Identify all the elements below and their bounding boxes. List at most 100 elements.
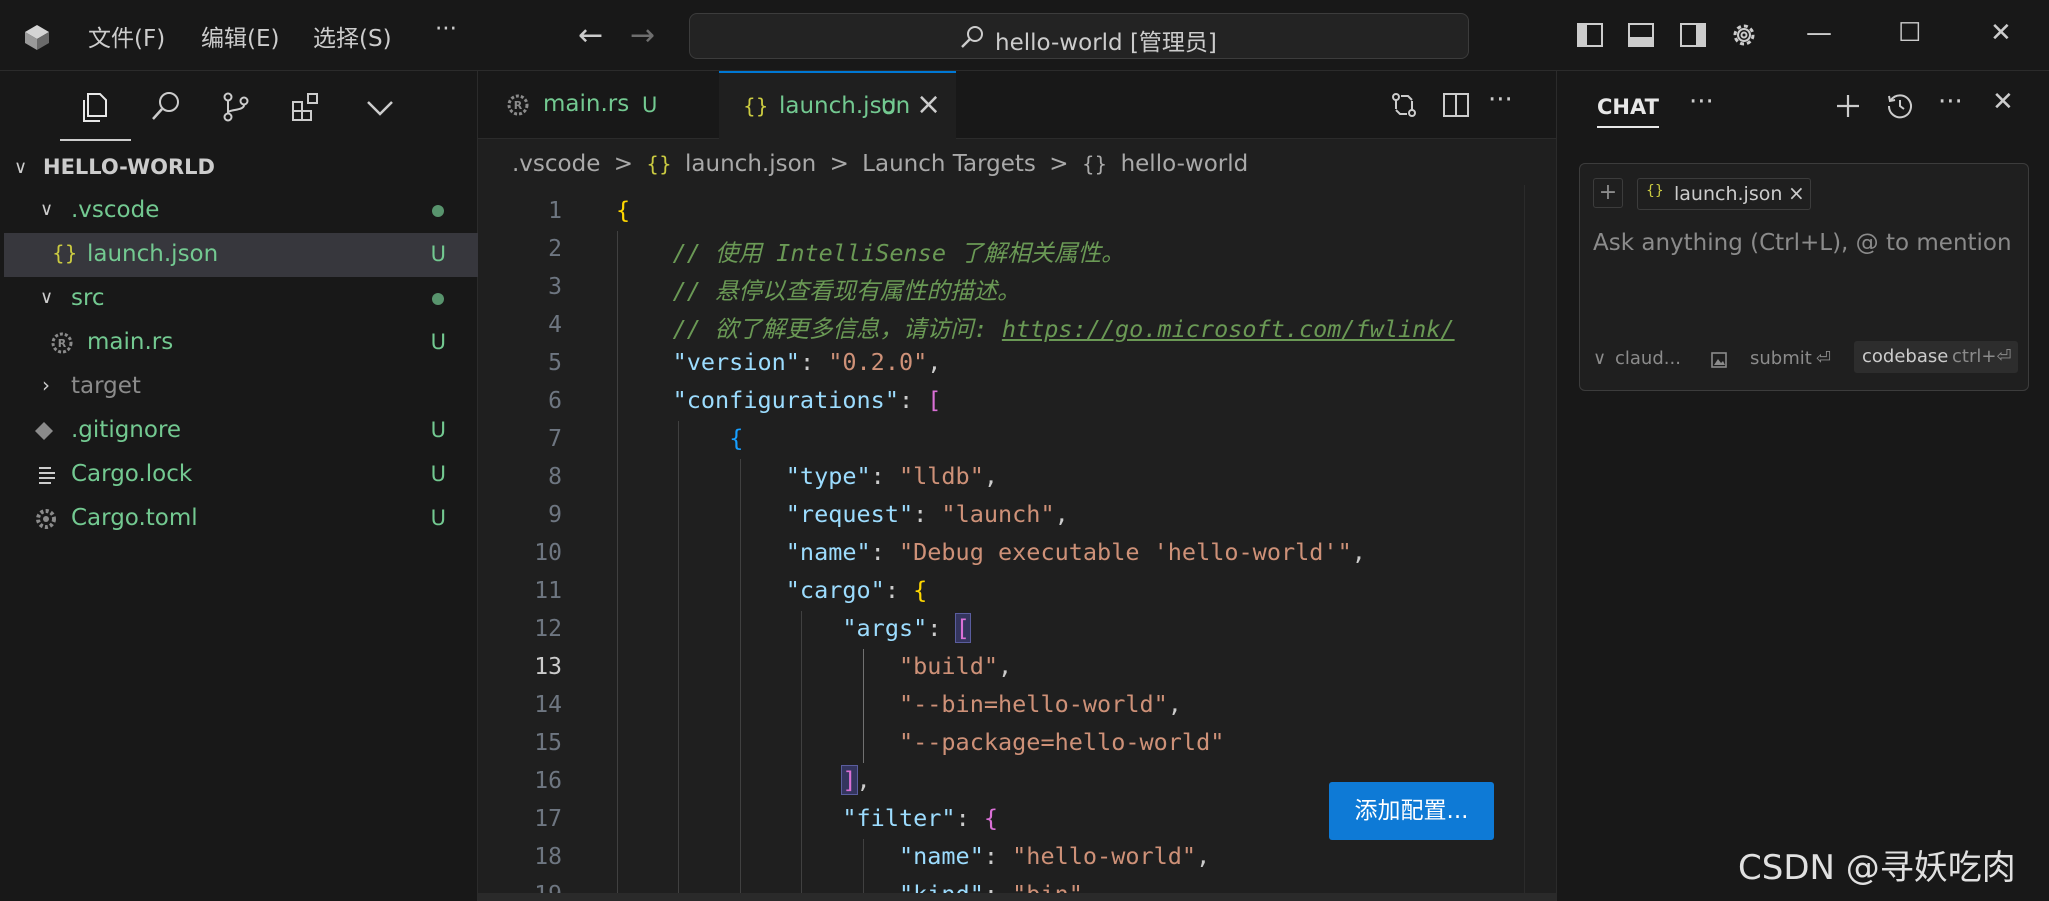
- explorer-files-icon[interactable]: [76, 89, 112, 125]
- chat-input-box[interactable]: + {} launch.json × Ask anything (Ctrl+L)…: [1579, 163, 2029, 391]
- tab-close-icon[interactable]: ×: [916, 87, 941, 122]
- breadcrumb-file[interactable]: launch.json: [685, 151, 816, 177]
- codebase-button[interactable]: codebase ctrl+⏎: [1854, 341, 2018, 373]
- json-key: "filter": [842, 804, 956, 832]
- breadcrumb-item[interactable]: hello-world: [1121, 151, 1249, 177]
- breadcrumb-separator: >: [613, 151, 633, 177]
- close-chat-icon[interactable]: ✕: [1992, 87, 2014, 117]
- settings-gear-icon[interactable]: [1729, 20, 1759, 50]
- breadcrumb-separator: >: [1049, 151, 1069, 177]
- json-value: "lldb": [898, 462, 984, 490]
- line-number: 12: [534, 616, 562, 642]
- tree-label: .gitignore: [71, 417, 182, 443]
- menu-edit[interactable]: 编辑(E): [201, 19, 279, 53]
- tree-file-cargo-toml[interactable]: Cargo.toml U: [4, 497, 478, 541]
- submit-button[interactable]: submit: [1750, 348, 1812, 369]
- compare-changes-icon[interactable]: [1388, 89, 1420, 121]
- more-actions-icon[interactable]: ···: [1488, 85, 1513, 115]
- context-file-label: launch.json: [1674, 183, 1783, 205]
- line-number: 1: [548, 198, 562, 224]
- text-file-icon: [39, 467, 55, 484]
- line-number: 8: [548, 464, 562, 490]
- tree-file-gitignore[interactable]: .gitignore U: [4, 409, 478, 453]
- comment: // 悬停以查看现有属性的描述。: [672, 277, 1021, 305]
- line-number: 4: [548, 312, 562, 338]
- json-value: "hello-world": [1012, 842, 1197, 870]
- history-icon[interactable]: [1885, 91, 1915, 121]
- chevron-down-icon[interactable]: ∨: [14, 157, 27, 178]
- image-attach-icon[interactable]: [1710, 351, 1728, 369]
- chevron-down-icon: ∨: [40, 287, 54, 308]
- git-modified-dot: [432, 293, 444, 305]
- breadcrumb-folder[interactable]: .vscode: [512, 151, 600, 177]
- json-value: "launch": [941, 500, 1055, 528]
- minimap[interactable]: [1524, 185, 1554, 901]
- add-configuration-button[interactable]: 添加配置...: [1329, 782, 1494, 840]
- line-number: 6: [548, 388, 562, 414]
- chat-input-placeholder[interactable]: Ask anything (Ctrl+L), @ to mention: [1593, 230, 2012, 256]
- git-untracked-badge: U: [430, 242, 446, 266]
- split-editor-icon[interactable]: [1440, 89, 1472, 121]
- comment: // 欲了解更多信息，请访问:: [672, 315, 1002, 343]
- close-window-icon[interactable]: ✕: [1990, 18, 2012, 48]
- tree-folder-target[interactable]: › target: [4, 365, 478, 409]
- git-untracked-badge: U: [430, 418, 446, 442]
- menu-selection[interactable]: 选择(S): [313, 19, 392, 53]
- codebase-label: codebase: [1862, 346, 1949, 367]
- chevron-right-icon: ›: [42, 373, 50, 397]
- toggle-secondary-sidebar-icon[interactable]: [1678, 20, 1708, 50]
- tree-file-main-rs[interactable]: R main.rs U: [4, 321, 478, 365]
- json-file-icon: {}: [52, 241, 78, 265]
- tab-bar: R main.rs U {} launch.json U × ···: [478, 71, 1556, 139]
- code-line: "request": "launch",: [785, 500, 1069, 528]
- tab-launch-json[interactable]: {} launch.json U ×: [719, 71, 956, 139]
- json-file-icon: {}: [1646, 183, 1664, 199]
- chat-panel: CHAT ··· ··· ✕ + {} launch.json × Ask an…: [1556, 71, 2049, 901]
- code-line: // 欲了解更多信息，请访问: https://go.microsoft.com…: [616, 310, 1455, 344]
- menu-more[interactable]: ···: [435, 16, 457, 42]
- breadcrumb-section[interactable]: Launch Targets: [862, 151, 1036, 177]
- add-context-button[interactable]: +: [1593, 178, 1623, 208]
- extensions-icon[interactable]: [288, 89, 324, 125]
- horizontal-scrollbar[interactable]: [478, 893, 1556, 901]
- code-line: // 使用 IntelliSense 了解相关属性。: [616, 234, 1125, 268]
- git-untracked-badge: U: [881, 95, 897, 119]
- tree-folder-src[interactable]: ∨ src: [4, 277, 478, 321]
- more-views-chevron-icon[interactable]: [362, 89, 398, 125]
- settings-file-icon: [36, 509, 56, 529]
- code-line: // 悬停以查看现有属性的描述。: [616, 272, 1021, 306]
- tree-file-cargo-lock[interactable]: Cargo.lock U: [4, 453, 478, 497]
- remove-context-icon[interactable]: ×: [1788, 181, 1805, 205]
- app-logo-icon: [25, 25, 49, 50]
- code-line: "--package=hello-world": [616, 728, 1224, 756]
- json-file-icon: {}: [646, 152, 672, 176]
- toggle-panel-icon[interactable]: [1626, 20, 1656, 50]
- editor-group: R main.rs U {} launch.json U × ··· .vsco…: [478, 71, 1556, 901]
- minimize-icon[interactable]: —: [1806, 18, 1832, 48]
- model-selector[interactable]: claud...: [1615, 348, 1681, 369]
- forward-arrow-icon[interactable]: →: [630, 18, 655, 53]
- json-key: "request": [785, 500, 914, 528]
- tree-file-launch-json[interactable]: {} launch.json U: [4, 233, 478, 277]
- line-number: 17: [534, 806, 562, 832]
- back-arrow-icon[interactable]: ←: [578, 18, 603, 53]
- chat-tab-title[interactable]: CHAT: [1597, 95, 1659, 119]
- new-chat-plus-icon[interactable]: [1833, 91, 1863, 121]
- command-center-search[interactable]: hello-world [管理员]: [689, 13, 1469, 59]
- context-file-chip[interactable]: {} launch.json ×: [1637, 178, 1811, 210]
- tab-main-rs[interactable]: R main.rs U: [478, 71, 718, 139]
- source-control-icon[interactable]: [218, 89, 254, 125]
- chat-tab-indicator: [1597, 126, 1659, 128]
- toggle-primary-sidebar-icon[interactable]: [1575, 20, 1605, 50]
- model-chevron-icon[interactable]: ∨: [1593, 348, 1606, 369]
- menu-file[interactable]: 文件(F): [88, 19, 165, 53]
- chat-actions-icon[interactable]: ···: [1938, 87, 1963, 117]
- chat-more-icon[interactable]: ···: [1689, 87, 1714, 117]
- workspace-title[interactable]: HELLO-WORLD: [43, 155, 215, 179]
- tree-folder-vscode[interactable]: ∨ .vscode: [4, 189, 478, 233]
- comment-link[interactable]: https://go.microsoft.com/fwlink/: [1002, 315, 1455, 343]
- search-view-icon[interactable]: [148, 89, 184, 125]
- git-modified-dot: [432, 205, 444, 217]
- maximize-icon[interactable]: ☐: [1898, 18, 1921, 48]
- line-number: 14: [534, 692, 562, 718]
